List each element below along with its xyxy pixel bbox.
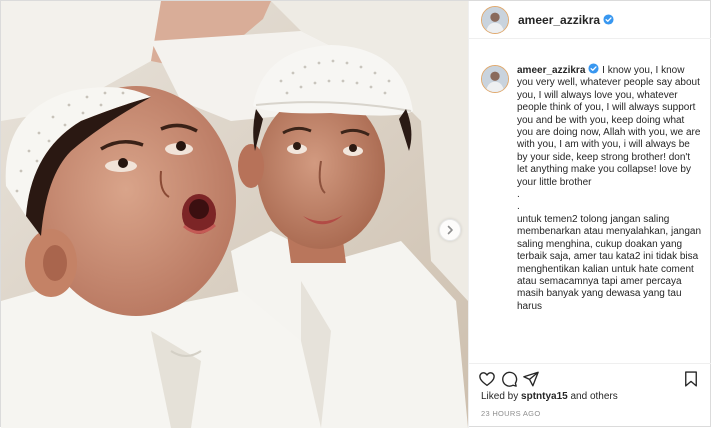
profile-picture <box>482 6 508 33</box>
post-header: ameer_azzikra <box>469 1 711 39</box>
comment-icon <box>502 371 518 387</box>
profile-picture <box>482 66 508 92</box>
comment-button[interactable] <box>500 370 518 388</box>
share-button[interactable] <box>522 370 540 388</box>
likes-suffix[interactable]: and others <box>571 391 618 402</box>
save-button[interactable] <box>682 370 700 388</box>
header-username-text[interactable]: ameer_azzikra <box>518 13 600 27</box>
post-sidebar: ameer_azzikra ameer_azzikra I know you, … <box>468 1 711 428</box>
comments-area: ameer_azzikra I know you, I know you ver… <box>469 39 711 363</box>
heart-icon <box>479 372 495 387</box>
avatar[interactable] <box>481 5 509 34</box>
caption-indonesian: untuk temen2 tolong jangan saling memben… <box>517 213 702 312</box>
caption-username[interactable]: ameer_azzikra <box>517 65 585 76</box>
likes-line: Liked by sptntya15 and others <box>478 391 704 402</box>
likes-prefix: Liked by <box>481 391 519 402</box>
photo-two-boys-looking-up <box>1 1 468 428</box>
bookmark-icon <box>685 371 697 387</box>
verified-badge-icon <box>603 13 614 25</box>
instagram-post: ameer_azzikra ameer_azzikra I know you, … <box>0 0 711 428</box>
chevron-right-icon <box>447 225 453 235</box>
verified-badge-icon <box>588 63 599 74</box>
action-bar: Liked by sptntya15 and others 23 HOURS A… <box>469 363 711 428</box>
caption-dots: . . <box>517 189 520 213</box>
header-username[interactable]: ameer_azzikra <box>518 13 614 27</box>
caption-english: I know you, I know you very well, whatev… <box>517 65 701 188</box>
like-button[interactable] <box>478 370 496 388</box>
likes-user[interactable]: sptntya15 <box>521 391 568 402</box>
share-icon <box>523 371 539 387</box>
action-icons <box>478 369 704 389</box>
post-timestamp[interactable]: 23 HOURS AGO <box>478 409 704 418</box>
caption-text: ameer_azzikra I know you, I know you ver… <box>517 63 701 313</box>
post-photo[interactable] <box>1 1 468 428</box>
next-photo-button[interactable] <box>439 219 461 241</box>
caption-comment: ameer_azzikra I know you, I know you ver… <box>481 63 701 313</box>
caption-avatar[interactable] <box>481 65 509 93</box>
